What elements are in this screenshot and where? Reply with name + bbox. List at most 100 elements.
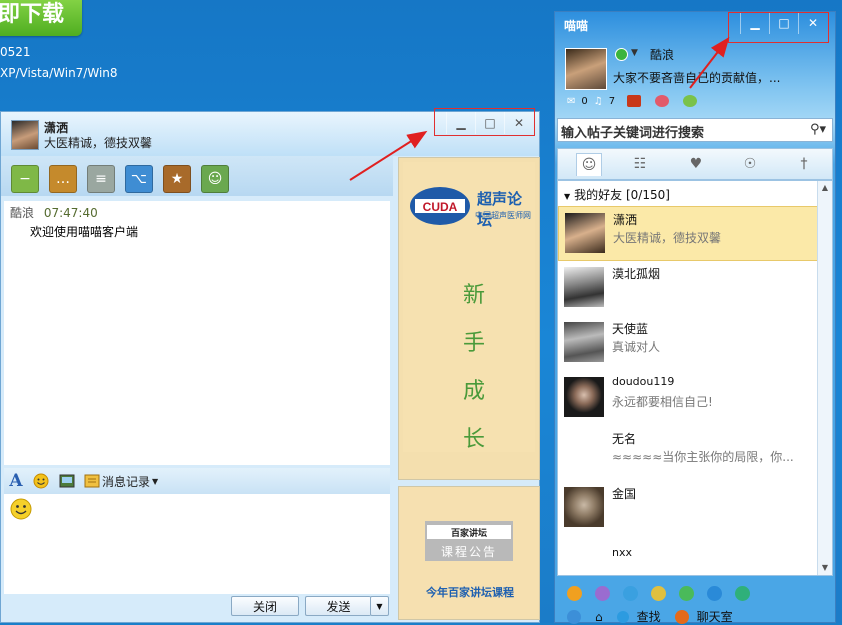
message-input[interactable] — [4, 494, 390, 594]
gift-icon[interactable] — [655, 95, 670, 107]
message-history[interactable]: 酷浪 07:47:40 欢迎使用喵喵客户端 — [4, 201, 390, 465]
friend-name: 无名 — [612, 432, 637, 446]
scroll-down-icon[interactable]: ▼ — [818, 561, 832, 575]
tab-signpost-icon[interactable]: † — [792, 153, 816, 175]
send-button[interactable]: 发送 — [305, 596, 371, 616]
mail-count: 0 — [581, 95, 588, 107]
group-label: 我的好友 [0/150] — [574, 188, 670, 202]
chatroom-icon[interactable] — [674, 609, 689, 624]
search-icon[interactable]: ⚲▾ — [810, 122, 826, 137]
app-title: 喵喵 — [564, 19, 589, 33]
slogan-char: 手 — [462, 331, 485, 356]
app-shortcut-icon[interactable] — [735, 586, 750, 601]
photo-icon[interactable] — [627, 95, 642, 107]
app-shortcut-icon[interactable] — [623, 586, 638, 601]
contact-avatar[interactable] — [11, 120, 39, 150]
home-icon[interactable]: ⌂ — [595, 610, 603, 624]
forum-ad-panel: CUDA 超声论坛 中国超声医师网 新 手 成 长 — [403, 162, 535, 452]
app-icon[interactable] — [683, 95, 698, 107]
status-dropdown-icon[interactable]: ▼ — [631, 48, 638, 58]
buddy-tabs: ☺ ☷ ♥ ☉ † — [557, 148, 833, 180]
settings-icon[interactable] — [567, 609, 581, 624]
find-icon[interactable] — [616, 610, 629, 623]
highlight-box — [728, 12, 829, 43]
contact-signature: 大医精诚，德技双馨 — [44, 136, 153, 150]
app-shortcut-icon[interactable] — [679, 586, 694, 601]
lecture-caption: 今年百家讲坛课程 — [426, 586, 514, 599]
message-text: 欢迎使用喵喵客户端 — [30, 225, 139, 239]
friend-name: 金国 — [612, 487, 637, 501]
find-button[interactable]: 查找 — [637, 608, 661, 625]
self-signature[interactable]: 大家不要吝啬自己的贡献值，... — [613, 69, 780, 86]
list-item[interactable]: 漠北孤烟 — [558, 261, 820, 316]
forum-ad[interactable]: CUDA 超声论坛 中国超声医师网 新 手 成 长 — [398, 157, 540, 480]
emoji-icon[interactable] — [32, 472, 50, 490]
scrollbar[interactable]: ▲ ▼ — [817, 181, 832, 575]
list-item[interactable]: 金国 — [558, 481, 820, 536]
minus-icon[interactable]: − — [11, 165, 39, 193]
bottom-toolbar: ⌂ 查找 聊天室 — [567, 608, 733, 625]
list-item[interactable]: 天使蓝 真诚对人 — [558, 316, 820, 371]
list-item[interactable]: 潇洒 大医精诚，德技双馨 — [558, 206, 820, 261]
sound-icon[interactable]: ♫ — [594, 96, 603, 107]
sound-count: 7 — [608, 95, 616, 107]
tab-compass-icon[interactable]: ☉ — [738, 153, 762, 175]
chat-header: 潇洒 大医精诚，德技双馨 ▁ □ ✕ — [1, 108, 539, 156]
tab-heart-icon[interactable]: ♥ — [684, 153, 708, 175]
mail-icon[interactable]: ✉ — [567, 96, 575, 107]
history-button[interactable]: 消息记录 ▼ — [102, 472, 162, 490]
message-sender: 酷浪 — [10, 206, 35, 220]
note-icon[interactable]: ≡ — [87, 165, 115, 193]
highlight-box — [434, 108, 535, 136]
friend-name: nxx — [612, 546, 632, 559]
star-icon[interactable]: ★ — [163, 165, 191, 193]
share-icon[interactable]: ⌥ — [125, 165, 153, 193]
format-toolbar: A 消息记录 ▼ — [4, 468, 390, 494]
chat-toolbar: − … ≡ ⌥ ★ ☺ — [1, 156, 393, 196]
status-icons: ✉ 0 ♫ 7 — [567, 95, 698, 107]
lecture-logo-box: 百家讲坛 课程公告 — [425, 521, 513, 561]
chat-window: 潇洒 大医精诚，德技双馨 ▁ □ ✕ − … ≡ ⌥ ★ ☺ 酷浪 07:47:… — [0, 108, 540, 623]
avatar — [564, 322, 604, 362]
online-status-icon[interactable] — [615, 48, 628, 61]
friend-group-header[interactable]: ▼ 我的好友 [0/150] — [564, 186, 670, 203]
history-label: 消息记录 — [102, 474, 151, 489]
list-item[interactable]: 无名 ≈≈≈≈≈当你主张你的局限，你... — [558, 426, 820, 481]
app-shortcut-icon[interactable] — [651, 586, 666, 601]
slogan-char: 长 — [462, 427, 485, 452]
tab-clipboard-icon[interactable]: ☷ — [628, 153, 652, 175]
chatroom-button[interactable]: 聊天室 — [697, 608, 733, 625]
download-button[interactable]: 即下载 — [0, 0, 82, 36]
lecture-banner: 课程公告 — [440, 545, 497, 559]
app-shortcut-icon[interactable] — [595, 586, 610, 601]
self-avatar[interactable] — [565, 48, 607, 90]
friend-name: 漠北孤烟 — [612, 267, 661, 281]
slogan-char: 成 — [462, 379, 485, 404]
friend-name: 天使蓝 — [612, 322, 649, 336]
robot-icon[interactable]: ☺ — [201, 165, 229, 193]
chevron-down-icon: ▼ — [152, 476, 159, 486]
svg-text:CUDA: CUDA — [423, 200, 458, 214]
avatar — [564, 487, 604, 527]
forum-subtitle: 中国超声医师网 — [475, 211, 531, 220]
list-item[interactable]: nxx — [558, 536, 820, 575]
app-shortcut-icon[interactable] — [707, 586, 722, 601]
tab-contacts-icon[interactable]: ☺ — [576, 153, 602, 176]
image-icon[interactable] — [58, 472, 76, 490]
search-input[interactable]: 输入帖子关键词进行搜索 — [561, 122, 704, 141]
app-shortcut-icon[interactable] — [567, 586, 582, 601]
avatar — [564, 377, 604, 417]
list-item[interactable]: doudou119 永远都要相信自己! — [558, 371, 820, 426]
close-button[interactable]: 关闭 — [231, 596, 299, 616]
self-nickname: 酷浪 — [650, 48, 675, 62]
scroll-up-icon[interactable]: ▲ — [818, 181, 832, 195]
font-icon[interactable]: A — [8, 471, 24, 491]
friend-list[interactable]: ▼ 我的好友 [0/150] 潇洒 大医精诚，德技双馨 漠北孤烟 天使蓝 真诚对人… — [557, 180, 833, 576]
bottom-app-icons — [567, 586, 750, 601]
send-options-chevron-icon[interactable]: ▼ — [370, 596, 389, 616]
chat-bubble-icon[interactable]: … — [49, 165, 77, 193]
avatar — [565, 213, 605, 253]
history-icon[interactable] — [84, 472, 100, 490]
lecture-ad[interactable]: 百家讲坛 课程公告 今年百家讲坛课程 — [398, 486, 540, 620]
search-box[interactable]: 输入帖子关键词进行搜索 ⚲▾ — [557, 118, 833, 142]
